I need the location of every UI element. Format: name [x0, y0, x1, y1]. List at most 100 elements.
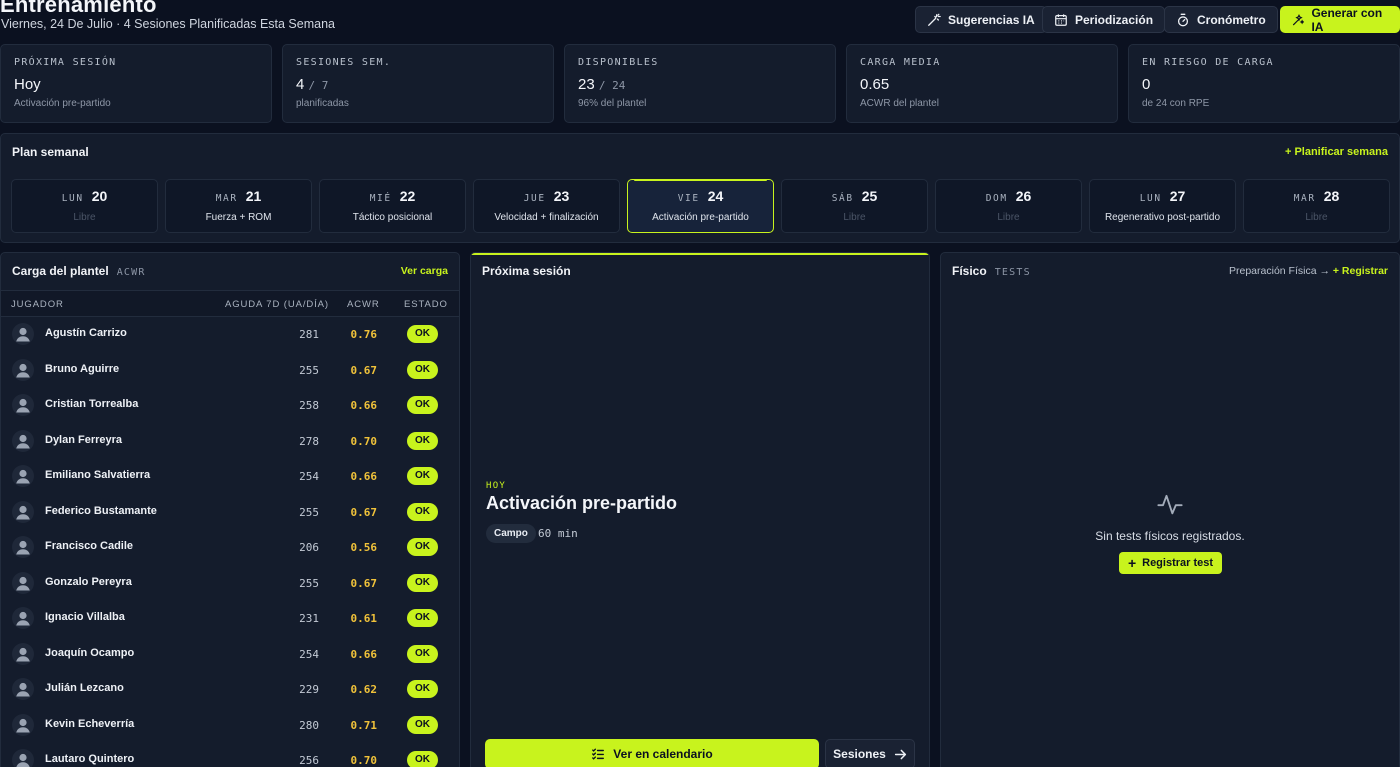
table-row[interactable]: Lautaro Quintero 256 0.70 OK	[1, 744, 459, 767]
acute-load: 231	[299, 612, 319, 625]
avatar	[12, 678, 34, 700]
table-row[interactable]: Kevin Echeverría 280 0.71 OK	[1, 709, 459, 745]
avatar	[12, 358, 34, 381]
player-name: Francisco Cadile	[45, 540, 134, 552]
table-row[interactable]: Cristian Torrealba 258 0.66 OK	[1, 389, 459, 425]
physical-title: Físico TESTS	[952, 264, 1031, 278]
next-session-panel: Próxima sesión HOY Activación pre-partid…	[470, 252, 930, 767]
page-header: Entrenamiento Viernes, 24 De Julio · 4 S…	[0, 0, 1400, 44]
acwr-value: 0.71	[350, 718, 378, 732]
plan-week-label: Planificar semana	[1294, 146, 1388, 158]
acute-load: 254	[299, 647, 319, 661]
table-row[interactable]: Federico Bustamante 255 0.67 OK	[1, 496, 459, 532]
table-row[interactable]: Julián Lezcano 229 0.62 OK	[1, 673, 459, 709]
acute-load: 280	[299, 718, 319, 732]
player-name: Bruno Aguirre	[45, 362, 120, 375]
register-test-label: Registrar test	[1142, 557, 1214, 569]
avatar	[12, 642, 34, 665]
plus-icon: +	[1284, 146, 1292, 158]
status-badge: OK	[407, 431, 438, 450]
plus-icon: +	[1127, 555, 1137, 571]
player-name: Kevin Echeverría	[45, 717, 135, 730]
acute-load: 281	[299, 328, 319, 341]
table-row[interactable]: Ignacio Villalba 231 0.61 OK	[1, 602, 459, 638]
acwr-value: 0.67	[350, 576, 378, 590]
accent-bar	[471, 253, 929, 255]
plus-icon: +	[1332, 265, 1339, 277]
sessions-label: Sesiones	[833, 747, 886, 761]
player-name: Cristian Torrealba	[45, 398, 139, 410]
day-card[interactable]: LUN 20 Libre	[11, 179, 158, 233]
status-badge: OK	[407, 538, 438, 556]
stat-label: DISPONIBLES	[578, 57, 659, 68]
table-row[interactable]: Agustín Carrizo 281 0.76 OK	[1, 318, 459, 354]
day-card[interactable]: MAR 21 Fuerza + ROM	[165, 179, 312, 233]
plan-week-button[interactable]: + Planificar semana	[1285, 146, 1388, 158]
table-row[interactable]: Joaquín Ocampo 254 0.66 OK	[1, 638, 459, 674]
view-calendar-button[interactable]: Ver en calendario	[485, 739, 819, 767]
day-card[interactable]: JUE 23 Velocidad + finalización	[473, 179, 620, 233]
calendar-icon	[1055, 13, 1067, 26]
avatar	[12, 429, 34, 452]
stat-card-weekly-sessions: SESIONES SEM. 4 / 7 planificadas	[282, 44, 554, 123]
status-badge: OK	[407, 680, 438, 698]
acute-load: 258	[299, 399, 319, 412]
suggestions-ai-button[interactable]: Sugerencias IA	[915, 6, 1047, 33]
player-name: Dylan Ferreyra	[45, 433, 123, 446]
acwr-value: 0.56	[350, 541, 378, 554]
acwr-value: 0.67	[350, 363, 378, 377]
periodization-label: Periodización	[1075, 12, 1154, 27]
sessions-button[interactable]: Sesiones	[825, 739, 915, 767]
stat-label: EN RIESGO DE CARGA	[1142, 57, 1274, 68]
stopwatch-button[interactable]: Cronómetro	[1164, 6, 1278, 33]
register-test-button[interactable]: + Registrar test	[1119, 552, 1222, 574]
status-badge: OK	[407, 360, 438, 379]
view-load-link[interactable]: Ver carga	[401, 265, 448, 277]
stat-card-available: DISPONIBLES 23 / 24 96% del plantel	[564, 44, 836, 123]
table-row[interactable]: Francisco Cadile 206 0.56 OK	[1, 531, 459, 567]
day-card[interactable]: MIÉ 22 Táctico posicional	[319, 179, 466, 233]
stat-sub: de 24 con RPE	[1142, 98, 1210, 109]
day-card[interactable]: DOM 26 Libre	[935, 179, 1082, 233]
player-name: Emiliano Salvatierra	[45, 469, 151, 481]
arrow-right-icon	[894, 749, 906, 759]
stat-sub: planificadas	[296, 98, 349, 109]
day-card-selected[interactable]: VIE 24 Activación pre-partido	[627, 179, 774, 233]
table-row[interactable]: Emiliano Salvatierra 254 0.66 OK	[1, 460, 459, 496]
checklist-icon	[592, 748, 605, 760]
stat-card-load-risk: EN RIESGO DE CARGA 0 de 24 con RPE	[1128, 44, 1400, 123]
stat-label: CARGA MEDIA	[860, 57, 941, 68]
view-calendar-label: Ver en calendario	[613, 747, 713, 761]
player-name: Julián Lezcano	[45, 682, 124, 694]
status-badge: OK	[407, 715, 438, 734]
acute-load: 255	[299, 363, 319, 377]
avatar	[12, 713, 34, 736]
stopwatch-label: Cronómetro	[1197, 12, 1266, 27]
acute-load: 254	[299, 470, 319, 483]
avatar	[12, 465, 34, 487]
acute-load: 256	[299, 754, 319, 767]
table-row[interactable]: Dylan Ferreyra 278 0.70 OK	[1, 425, 459, 461]
table-row[interactable]: Bruno Aguirre 255 0.67 OK	[1, 354, 459, 390]
generate-ai-button[interactable]: Generar con IA	[1280, 6, 1400, 34]
stat-card-next-session: PRÓXIMA SESIÓN Hoy Activación pre-partid…	[0, 44, 272, 123]
empty-state-text: Sin tests físicos registrados.	[1095, 529, 1245, 543]
squad-load-title: Carga del plantel ACWR	[12, 264, 146, 278]
register-link[interactable]: + Registrar	[1333, 265, 1388, 277]
stat-sub: 96% del plantel	[578, 98, 647, 109]
day-card[interactable]: LUN 27 Regenerativo post-partido	[1089, 179, 1236, 233]
day-card[interactable]: MAR 28 Libre	[1243, 179, 1390, 233]
stat-label: SESIONES SEM.	[296, 57, 392, 68]
col-player: JUGADOR	[11, 299, 64, 310]
acute-load: 206	[299, 541, 319, 554]
physical-prep-link[interactable]: Preparación Física →	[1229, 265, 1330, 277]
location-chip: Campo	[486, 524, 536, 543]
player-name: Gonzalo Pereyra	[45, 575, 132, 588]
status-badge: OK	[407, 396, 438, 414]
acwr-value: 0.62	[350, 683, 378, 696]
day-card[interactable]: SÁB 25 Libre	[781, 179, 928, 233]
avatar	[12, 500, 34, 523]
status-badge: OK	[407, 467, 438, 485]
periodization-button[interactable]: Periodización	[1042, 6, 1166, 33]
table-row[interactable]: Gonzalo Pereyra 255 0.67 OK	[1, 567, 459, 603]
